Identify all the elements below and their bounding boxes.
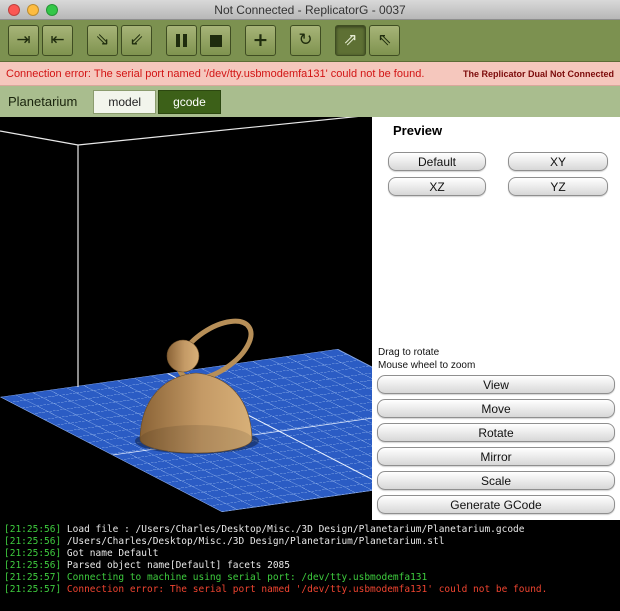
xy-view-button[interactable]: XY [508,152,608,171]
scale-button[interactable]: Scale [377,471,615,490]
mirror-button[interactable]: Mirror [377,447,615,466]
move-button[interactable]: Move [377,399,615,418]
close-window-button[interactable] [8,4,20,16]
tab-gcode[interactable]: gcode [158,89,221,114]
disconnect-button[interactable]: ⇤ [42,25,73,56]
main-area: Preview Default XY XZ YZ Drag to rotate … [0,117,620,520]
axis-rotate-tool-button[interactable]: ⇗ [335,25,366,56]
model-sphere [166,339,200,373]
rotate-button[interactable]: Rotate [377,423,615,442]
pause-button[interactable] [166,25,197,56]
yz-view-button[interactable]: YZ [508,177,608,196]
viewport-overlay [0,117,359,454]
console-line: [21:25:56] /Users/Charles/Desktop/Misc./… [4,536,445,547]
view-button[interactable]: View [377,375,615,394]
console-line: [21:25:57] Connecting to machine using s… [4,572,428,583]
console-line: [21:25:56] Parsed object name[Default] f… [4,560,290,571]
move-tool-icon: + [252,29,269,51]
stop-icon [209,34,222,47]
machine-status-text: The Replicator Dual Not Connected [462,68,614,79]
tab-gcode-label: gcode [173,94,206,109]
model-base [140,425,252,453]
connect-icon: ⇥ [16,30,31,50]
axis-rotate-tool-icon: ⇗ [343,30,358,50]
model-action-buttons: View Move Rotate Mirror Scale Generate G… [377,375,615,514]
tab-bar: Planetarium model gcode [0,86,620,117]
move-tool-button[interactable]: + [245,25,276,56]
console-line: [21:25:57] Connection error: The serial … [4,584,548,595]
connect-button[interactable]: ⇥ [8,25,39,56]
minimize-window-button[interactable] [27,4,39,16]
build-icon: ⇘ [95,30,110,50]
pause-icon [176,34,187,47]
toolbar: ⇥ ⇤ ⇘ ⇙ + ↻ ⇗ ⇖ [0,20,620,62]
preview-panel: Preview Default XY XZ YZ Drag to rotate … [372,117,620,520]
axis-scale-tool-icon: ⇖ [377,30,392,50]
build-button[interactable]: ⇘ [87,25,118,56]
preview-heading: Preview [393,123,443,138]
tab-model[interactable]: model [93,89,157,114]
xz-view-button[interactable]: XZ [388,177,486,196]
build-to-file-button[interactable]: ⇙ [121,25,152,56]
model-viewport[interactable] [0,117,372,520]
console-log[interactable]: [21:25:56] Load file : /Users/Charles/De… [0,520,620,611]
disconnect-icon: ⇤ [50,30,65,50]
replicatorg-window: Not Connected - ReplicatorG - 0037 ⇥ ⇤ ⇘… [0,0,620,611]
tab-model-label: model [108,94,142,109]
titlebar: Not Connected - ReplicatorG - 0037 [0,0,620,20]
build-to-file-icon: ⇙ [129,30,144,50]
connection-error-text: Connection error: The serial port named … [6,67,425,80]
window-title: Not Connected - ReplicatorG - 0037 [214,2,406,17]
zoom-hint: Mouse wheel to zoom [378,360,476,371]
default-view-button[interactable]: Default [388,152,486,171]
stop-button[interactable] [200,25,231,56]
console-line: [21:25:56] Got name Default [4,548,159,559]
model-3d [139,318,254,454]
rotate-tool-button[interactable]: ↻ [290,25,321,56]
viewport-hints: Drag to rotate Mouse wheel to zoom [378,346,475,372]
window-controls [8,4,58,16]
drag-hint: Drag to rotate [378,347,440,358]
connection-error-banner: Connection error: The serial port named … [0,62,620,86]
zoom-window-button[interactable] [46,4,58,16]
view-preset-buttons: Default XY XZ YZ [388,152,608,196]
generate-gcode-button[interactable]: Generate GCode [377,495,615,514]
axis-scale-tool-button[interactable]: ⇖ [369,25,400,56]
console-line: [21:25:56] Load file : /Users/Charles/De… [4,524,525,535]
project-name-label: Planetarium [8,94,78,109]
rotate-tool-icon: ↻ [298,30,313,50]
